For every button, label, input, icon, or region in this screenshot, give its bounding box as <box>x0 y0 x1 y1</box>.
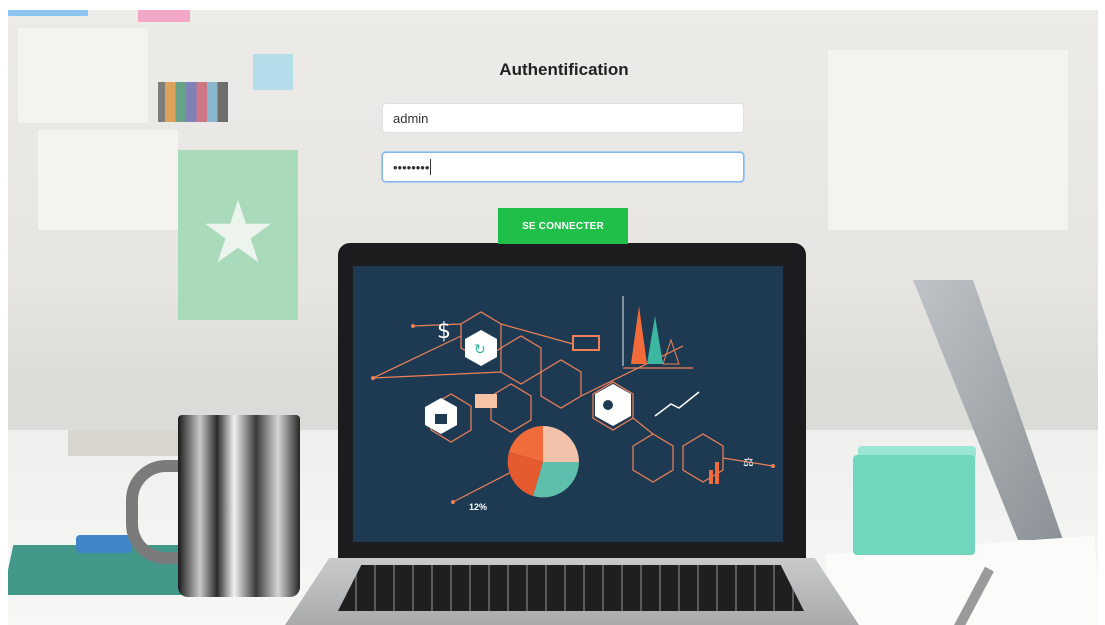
username-value: admin <box>393 110 429 126</box>
refresh-icon: ↻ <box>474 341 486 357</box>
auth-form: Authentification admin •••••••• SE CONNE… <box>0 0 1105 250</box>
password-value: •••••••• <box>393 159 430 175</box>
chart-peak-2 <box>647 316 663 364</box>
card-icon <box>475 394 497 408</box>
login-button[interactable]: SE CONNECTER <box>498 208 628 244</box>
bar-2 <box>715 462 719 484</box>
username-input[interactable]: admin <box>382 103 744 133</box>
scale-icon: ⚖ <box>743 455 754 469</box>
money-icon <box>572 335 600 351</box>
dollar-icon: $ <box>437 319 451 344</box>
laptop-keyboard <box>338 565 804 611</box>
text-cursor <box>430 159 432 175</box>
book <box>68 430 178 456</box>
speaker-box <box>853 455 975 555</box>
page-title: Authentification <box>499 60 629 79</box>
eraser <box>76 535 132 553</box>
trend-line <box>654 391 700 417</box>
bar-1 <box>709 470 713 484</box>
lock-icon <box>435 414 447 424</box>
screen-percent-label: 12% <box>469 502 487 512</box>
password-input[interactable]: •••••••• <box>382 152 744 182</box>
mug <box>178 415 300 597</box>
infographic: $ ↻ ⚖ 12% <box>371 296 775 512</box>
chart-peak-1 <box>631 306 647 364</box>
key-icon <box>603 400 613 410</box>
pie-icon <box>507 426 579 498</box>
laptop-screen: $ ↻ ⚖ 12% <box>353 266 783 542</box>
